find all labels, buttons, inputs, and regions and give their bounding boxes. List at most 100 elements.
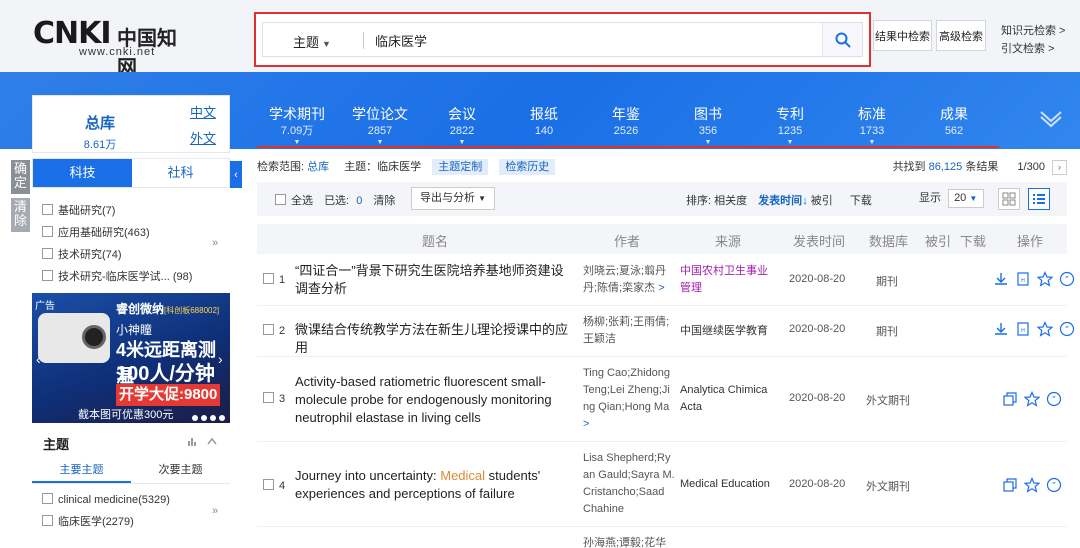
chart-toggle-icon[interactable]: [188, 436, 218, 449]
article-source[interactable]: Medical Education: [680, 476, 778, 493]
carousel-dots[interactable]: [192, 410, 230, 421]
table-row[interactable]: 孙海燕;谭毅;花华: [257, 527, 1067, 548]
tab-social-science[interactable]: 社科: [132, 159, 229, 187]
row-checkbox[interactable]: [263, 273, 274, 284]
article-title[interactable]: Journey into uncertainty: Medical studen…: [295, 467, 576, 503]
search-history-button[interactable]: 检索历史: [499, 159, 556, 175]
tab-science[interactable]: 科技: [33, 159, 132, 187]
list-item[interactable]: 临床医学(2279): [42, 511, 222, 533]
more-authors[interactable]: >: [583, 418, 589, 430]
nav-newspapers[interactable]: 报纸 140: [512, 105, 576, 139]
row-checkbox[interactable]: [263, 324, 274, 335]
nav-theses[interactable]: 学位论文 2857 ▼: [348, 105, 412, 147]
scope-value[interactable]: 总库: [307, 161, 329, 173]
tab-sub-topic[interactable]: 次要主题: [131, 458, 230, 483]
knowledge-search-link[interactable]: 知识元检索 >: [1001, 22, 1065, 40]
checkbox[interactable]: [42, 226, 53, 237]
read-online-icon[interactable]: H: [1015, 271, 1031, 287]
table-row[interactable]: 1 “四证合一”背景下研究生医院培养基地师资建设调查分析 刘晓云;夏泳;翦丹丹;…: [257, 256, 1075, 305]
library-total[interactable]: 总库 8.61万: [33, 96, 167, 154]
nav-books[interactable]: 图书 356 ▼: [676, 105, 740, 147]
list-item[interactable]: 基础研究(7): [42, 200, 228, 222]
cite-quote-icon[interactable]: ”: [1059, 321, 1075, 337]
copy-icon[interactable]: [1002, 477, 1018, 493]
read-online-icon[interactable]: H: [1015, 321, 1031, 337]
article-authors[interactable]: 杨柳;张莉;王雨倩;王颖洁: [583, 314, 675, 348]
more-authors[interactable]: >: [658, 282, 664, 294]
favorite-star-icon[interactable]: [1024, 391, 1041, 407]
download-icon[interactable]: [993, 321, 1009, 337]
nav-standards[interactable]: 标准 1733 ▼: [840, 105, 904, 147]
table-row[interactable]: 2 微课结合传统教学方法在新生儿理论授课中的应用 杨柳;张莉;王雨倩;王颖洁 中…: [257, 306, 1075, 357]
article-source[interactable]: 中国农村卫生事业管理: [680, 263, 778, 297]
advertisement-banner[interactable]: 广告 睿创微纳[科创板688002] 小神瞳 4米远距离测温 100人/分钟 开…: [32, 293, 230, 423]
select-all-checkbox[interactable]: [275, 194, 286, 205]
copy-icon[interactable]: [1002, 391, 1018, 407]
chinese-link[interactable]: 中文: [178, 100, 228, 126]
article-source[interactable]: Analytica Chimica Acta: [680, 382, 778, 416]
table-row[interactable]: 4 Journey into uncertainty: Medical stud…: [257, 442, 1067, 526]
checkbox[interactable]: [42, 248, 53, 259]
nav-achievements[interactable]: 成果 562: [922, 105, 986, 139]
cite-quote-icon[interactable]: ”: [1059, 271, 1075, 287]
favorite-star-icon[interactable]: [1024, 477, 1041, 493]
export-analysis-button[interactable]: 导出与分析 ▼: [411, 187, 495, 210]
table-row[interactable]: 3 Activity-based ratiometric fluorescent…: [257, 357, 1067, 441]
collapse-panel-button[interactable]: ‹: [230, 161, 242, 188]
row-checkbox[interactable]: [263, 479, 274, 490]
search-button[interactable]: [822, 23, 862, 56]
sort-citations[interactable]: 被引: [811, 195, 833, 207]
checkbox[interactable]: [42, 493, 53, 504]
cite-quote-icon[interactable]: ”: [1046, 391, 1062, 407]
nav-conferences[interactable]: 会议 2822 ▼: [430, 105, 494, 147]
favorite-star-icon[interactable]: [1037, 271, 1054, 287]
download-icon[interactable]: [993, 271, 1009, 287]
list-item[interactable]: 技术研究-临床医学试... (98): [42, 266, 228, 288]
article-authors[interactable]: 刘晓云;夏泳;翦丹丹;陈倩;栾家杰 >: [583, 263, 675, 297]
nav-journals[interactable]: 学术期刊 7.09万 ▼: [265, 105, 329, 147]
select-all-label[interactable]: 全选: [291, 195, 313, 207]
expand-chevron-icon[interactable]: [1038, 108, 1064, 128]
foreign-link[interactable]: 外文: [178, 126, 228, 152]
topic-custom-button[interactable]: 主题定制: [432, 159, 489, 175]
checkbox[interactable]: [42, 270, 53, 281]
article-authors[interactable]: Lisa Shepherd;Ryan Gauld;Sayra M. Crista…: [583, 450, 675, 518]
search-in-results-button[interactable]: 结果中检索: [873, 20, 932, 51]
checkbox[interactable]: [42, 515, 53, 526]
sort-relevance[interactable]: 相关度: [714, 195, 747, 207]
row-checkbox[interactable]: [263, 392, 274, 403]
favorite-star-icon[interactable]: [1037, 321, 1054, 337]
search-input[interactable]: [375, 29, 815, 51]
grid-view-button[interactable]: [998, 188, 1020, 210]
list-item[interactable]: 技术研究(74): [42, 244, 228, 266]
search-field-select[interactable]: 主题 ▼: [293, 32, 331, 51]
article-title[interactable]: 微课结合传统教学方法在新生儿理论授课中的应用: [295, 321, 580, 357]
article-authors[interactable]: Ting Cao;Zhidong Teng;Lei Zheng;Jing Qia…: [583, 365, 675, 433]
sort-downloads[interactable]: 下载: [850, 195, 872, 207]
checkbox[interactable]: [42, 204, 53, 215]
sort-date[interactable]: 发表时间↓: [758, 195, 808, 207]
clear-button[interactable]: 清除: [11, 198, 30, 232]
citation-search-link[interactable]: 引文检索 >: [1001, 40, 1065, 58]
list-item[interactable]: clinical medicine(5329): [42, 489, 222, 511]
article-source[interactable]: 中国继续医学教育: [680, 323, 778, 340]
tab-main-topic[interactable]: 主要主题: [32, 458, 131, 483]
advanced-search-button[interactable]: 高级检索: [936, 20, 986, 51]
list-item[interactable]: 应用基础研究(463): [42, 222, 228, 244]
cite-quote-icon[interactable]: ”: [1046, 477, 1062, 493]
article-title[interactable]: Activity-based ratiometric fluorescent s…: [295, 373, 575, 427]
expand-more-icon[interactable]: »: [212, 237, 218, 249]
clear-selection-button[interactable]: 清除: [373, 195, 395, 207]
expand-more-icon[interactable]: »: [212, 505, 218, 517]
nav-patents[interactable]: 专利 1235 ▼: [758, 105, 822, 147]
page-size-select[interactable]: 20 ▼: [948, 189, 985, 208]
nav-yearbooks[interactable]: 年鉴 2526: [594, 105, 658, 139]
cnki-logo[interactable]: CNKI 中国知网 www.cnki.net: [33, 18, 193, 80]
chevron-left-icon[interactable]: ‹: [36, 351, 41, 367]
confirm-button[interactable]: 确定: [11, 160, 30, 194]
article-title[interactable]: “四证合一”背景下研究生医院培养基地师资建设调查分析: [295, 262, 576, 298]
article-authors[interactable]: 孙海燕;谭毅;花华: [583, 535, 675, 548]
chevron-right-icon[interactable]: ›: [218, 351, 223, 367]
list-view-button[interactable]: [1028, 188, 1050, 210]
next-page-button[interactable]: ›: [1052, 160, 1067, 175]
